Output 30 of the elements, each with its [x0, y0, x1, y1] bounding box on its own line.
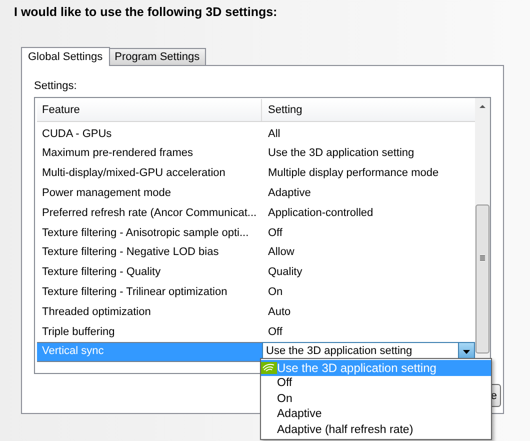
setting-cell-text: Use the 3D application setting: [267, 146, 416, 162]
setting-cell-text: Auto: [267, 304, 292, 320]
setting-cell-text: Off: [267, 226, 284, 241]
settings-label: Settings:: [34, 78, 77, 92]
setting-cell-text: Application-controlled: [267, 206, 374, 221]
dropdown-option[interactable]: Adaptive (half refresh rate): [261, 422, 491, 438]
feature-cell[interactable]: Texture filtering - Quality: [37, 264, 262, 281]
setting-cell-text: Off: [267, 324, 284, 340]
section-heading: I would like to use the following 3D settings:: [14, 4, 278, 20]
feature-cell[interactable]: Texture filtering - Trilinear optimization: [37, 284, 262, 301]
setting-cell-text: Quality: [267, 265, 304, 280]
feature-cell[interactable]: Triple buffering: [37, 324, 262, 340]
tab[interactable]: Global Settings: [21, 46, 110, 66]
feature-cell[interactable]: Texture filtering - Anisotropic sample opti...: [37, 224, 262, 242]
column-header[interactable]: Setting: [262, 99, 475, 121]
column-header[interactable]: Feature: [37, 99, 262, 121]
feature-cell[interactable]: Multi-display/mixed-GPU acceleration: [37, 165, 262, 182]
setting-cell-text: Adaptive: [267, 186, 312, 202]
setting-cell-text: All: [267, 126, 282, 142]
feature-cell[interactable]: Texture filtering - Negative LOD bias: [37, 244, 262, 261]
feature-cell[interactable]: Threaded optimization: [37, 304, 262, 320]
dropdown-option[interactable]: Adaptive: [261, 407, 491, 422]
feature-cell[interactable]: Power management mode: [37, 185, 262, 202]
feature-cell[interactable]: CUDA - GPUs: [37, 126, 262, 142]
setting-cell-text: Allow: [267, 245, 296, 260]
feature-cell[interactable]: Preferred refresh rate (Ancor Communicat...: [37, 204, 262, 222]
setting-cell-text: Multiple display performance mode: [267, 166, 440, 182]
tab[interactable]: Program Settings: [108, 48, 206, 64]
setting-cell-text: On: [267, 285, 284, 300]
feature-cell[interactable]: Maximum pre-rendered frames: [37, 145, 262, 162]
